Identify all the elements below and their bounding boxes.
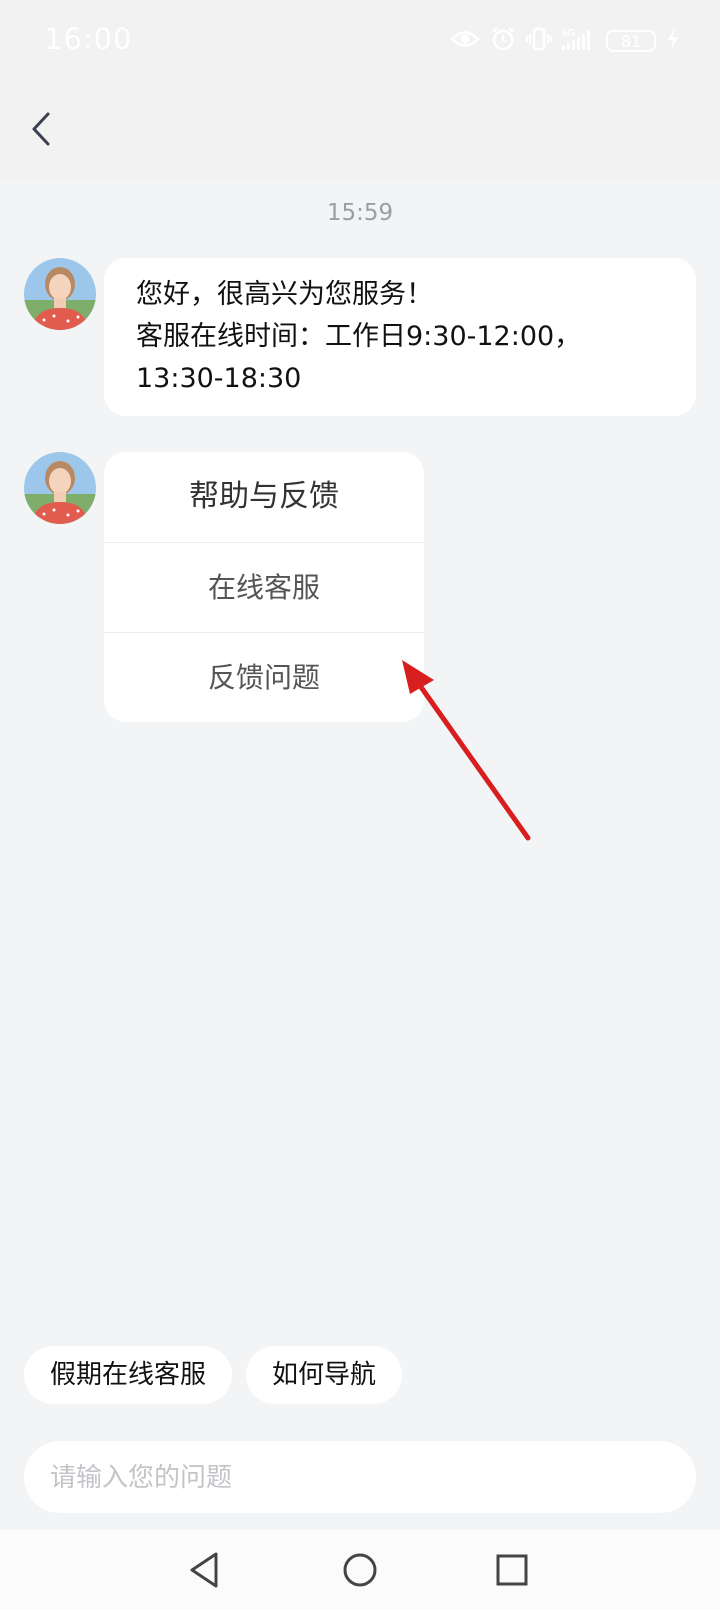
status-icons: 5G 81: [450, 26, 680, 56]
quick-reply-holiday-service[interactable]: 假期在线客服: [24, 1346, 233, 1404]
greeting-line: 您好，很高兴为您服务！: [136, 279, 433, 310]
back-button[interactable]: [22, 104, 78, 160]
greeting-line: 13:30-18:30: [136, 363, 302, 394]
message-input-wrap: [24, 1441, 696, 1515]
eye-icon: [450, 28, 480, 54]
greeting-bubble: 您好，很高兴为您服务！ 客服在线时间：工作日9:30-12:00， 13:30-…: [104, 258, 696, 416]
battery-level: 81: [620, 32, 642, 51]
agent-avatar: [24, 258, 96, 330]
nav-back-button[interactable]: [184, 1548, 228, 1592]
greeting-line: 客服在线时间：工作日9:30-12:00，: [136, 321, 582, 352]
battery-icon: 81: [606, 30, 656, 52]
card-title: 帮助与反馈: [104, 452, 424, 543]
system-nav-bar: [0, 1530, 720, 1610]
online-service-option[interactable]: 在线客服: [104, 543, 424, 633]
vibrate-icon: [526, 26, 552, 56]
nav-home-button[interactable]: [338, 1548, 382, 1592]
message-timestamp: 15:59: [326, 200, 394, 226]
quick-replies: 假期在线客服 如何导航: [24, 1346, 403, 1404]
signal-5g-icon: 5G: [562, 26, 596, 56]
svg-text:5G: 5G: [562, 28, 576, 39]
top-nav: [0, 84, 720, 180]
annotation-arrow: [402, 660, 531, 841]
circle-home-icon: [343, 1553, 377, 1587]
alarm-icon: [490, 26, 516, 56]
status-time: 16:00: [44, 22, 133, 56]
agent-avatar: [24, 452, 96, 524]
status-bar: 16:00 5G 81: [0, 0, 720, 84]
message-input[interactable]: [48, 1441, 676, 1515]
back-chevron-icon: [32, 112, 50, 146]
square-recent-icon: [496, 1554, 528, 1586]
feedback-option[interactable]: 反馈问题: [104, 633, 424, 722]
help-feedback-card: 帮助与反馈 在线客服 反馈问题: [104, 452, 424, 722]
charging-icon: [666, 27, 680, 55]
screen: 16:00 5G 81 15:59 您好，很高兴为您服务！ 客服在线时间：工作日…: [0, 0, 720, 1610]
quick-reply-navigation[interactable]: 如何导航: [246, 1346, 403, 1404]
nav-recent-button[interactable]: [490, 1548, 534, 1592]
triangle-back-icon: [190, 1552, 218, 1588]
